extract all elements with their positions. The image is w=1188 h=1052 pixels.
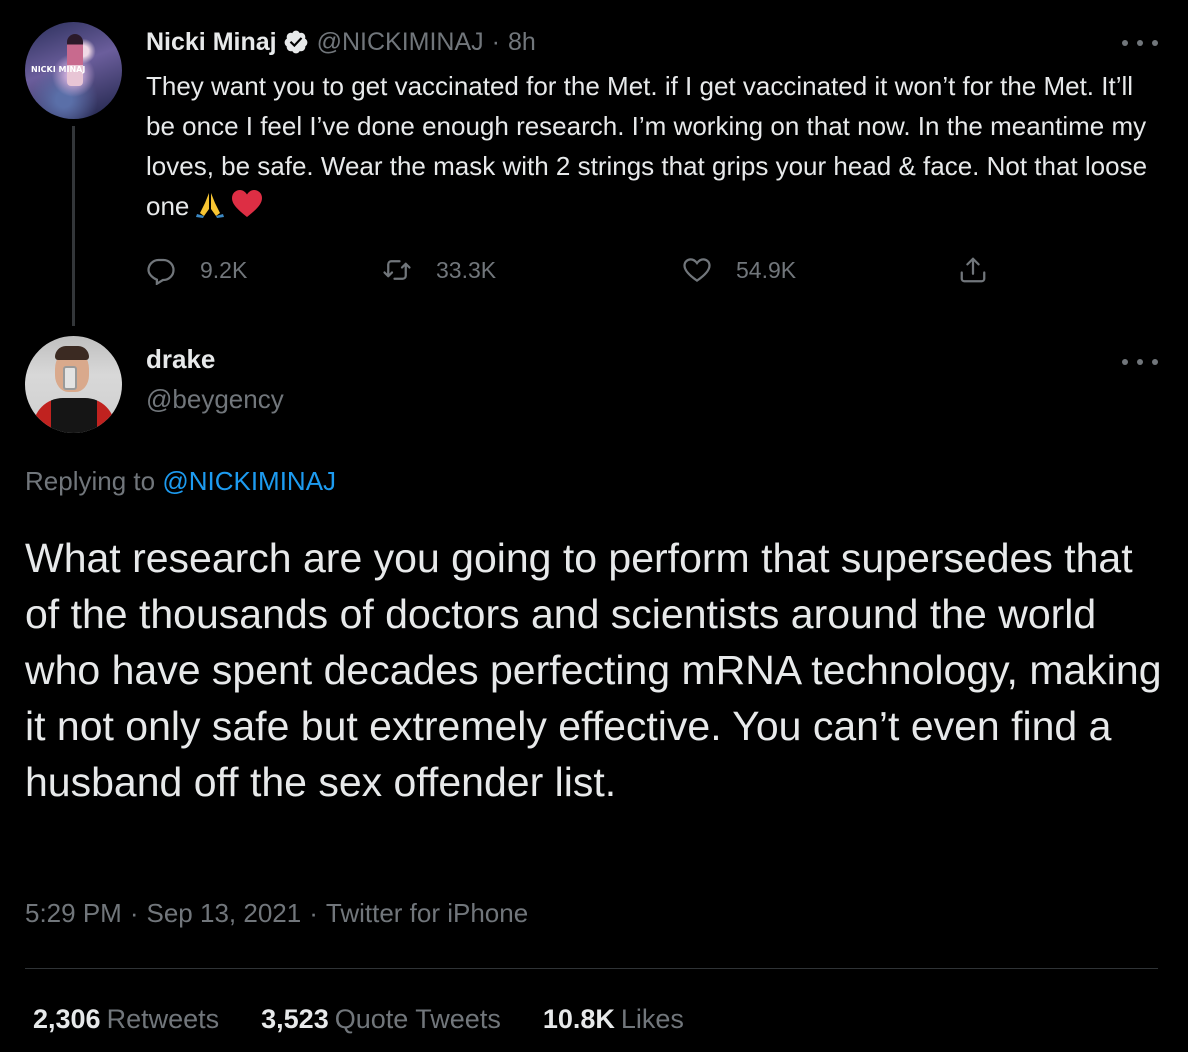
avatar-shirt	[33, 398, 115, 433]
avatar-caption: NICKI MINAJ	[31, 65, 86, 74]
likes-stat[interactable]: 10.8K Likes	[543, 1004, 684, 1035]
folded-hands-emoji	[195, 189, 225, 230]
more-options-icon[interactable]	[1122, 356, 1158, 368]
main-author-name[interactable]: drake	[146, 344, 215, 375]
retweet-count: 33.3K	[436, 256, 497, 283]
reply-button[interactable]: 9.2K	[146, 252, 247, 288]
tweet-stats: 2,306 Retweets 3,523 Quote Tweets 10.8K Lik…	[33, 1004, 726, 1035]
share-icon	[960, 257, 986, 283]
retweets-stat[interactable]: 2,306 Retweets	[33, 1004, 219, 1035]
parent-handle[interactable]: @NICKIMINAJ	[317, 28, 484, 57]
retweets-number: 2,306	[33, 1004, 101, 1034]
likes-number: 10.8K	[542, 1004, 615, 1034]
quotes-label: Quote Tweets	[334, 1004, 501, 1034]
tweet-time[interactable]: 5:29 PM	[25, 898, 122, 928]
retweets-label: Retweets	[106, 1004, 220, 1034]
retweet-button[interactable]: 33.3K	[382, 252, 496, 288]
replying-to-line: Replying to @NICKIMINAJ	[25, 466, 336, 497]
avatar-phone	[63, 366, 77, 390]
parent-tweet-text: They want you to get vaccinated for the …	[146, 66, 1156, 230]
like-button[interactable]: 54.9K	[682, 252, 796, 288]
avatar-figure	[67, 34, 83, 86]
like-heart-icon	[683, 258, 711, 282]
thread-connector-line	[72, 126, 75, 326]
parent-tweet-header: Nicki Minaj @NICKIMINAJ · 8h	[146, 26, 536, 58]
more-options-icon[interactable]	[1122, 37, 1158, 49]
parent-tweet-body: They want you to get vaccinated for the …	[146, 71, 1148, 221]
quote-tweets-stat[interactable]: 3,523 Quote Tweets	[261, 1004, 501, 1035]
likes-label: Likes	[620, 1004, 684, 1034]
parent-author-name[interactable]: Nicki Minaj	[146, 28, 277, 57]
parent-tweet-actions: 9.2K 33.3K 54.9K	[146, 252, 1006, 288]
tweet-metadata: 5:29 PM · Sep 13, 2021 · Twitter for iPhone	[25, 898, 528, 929]
share-button[interactable]	[958, 252, 988, 288]
replying-prefix: Replying to	[25, 466, 156, 496]
verified-badge-icon	[283, 29, 309, 55]
tweet-date[interactable]: Sep 13, 2021	[147, 898, 302, 928]
meta-separator: ·	[129, 898, 139, 928]
parent-timestamp[interactable]: 8h	[508, 28, 536, 57]
nicki-avatar[interactable]: NICKI MINAJ	[25, 22, 122, 119]
reply-count: 9.2K	[200, 256, 248, 283]
retweet-icon	[383, 260, 411, 280]
stats-divider	[25, 968, 1158, 969]
tweet-detail-view: NICKI MINAJ Nicki Minaj @NICKIMINAJ · 8h…	[0, 0, 1188, 1052]
red-heart-emoji	[231, 189, 263, 230]
like-count: 54.9K	[736, 256, 797, 283]
tweet-source[interactable]: Twitter for iPhone	[326, 898, 528, 928]
meta-separator: ·	[309, 898, 318, 928]
main-handle[interactable]: @beygency	[146, 384, 284, 415]
quotes-number: 3,523	[261, 1004, 329, 1034]
avatar-hair	[55, 346, 89, 360]
header-separator: ·	[491, 27, 500, 56]
reply-icon	[147, 258, 175, 285]
main-tweet-text: What research are you going to perform t…	[25, 535, 1162, 805]
replying-to-link[interactable]: @NICKIMINAJ	[162, 466, 336, 496]
drake-avatar[interactable]	[25, 336, 122, 433]
